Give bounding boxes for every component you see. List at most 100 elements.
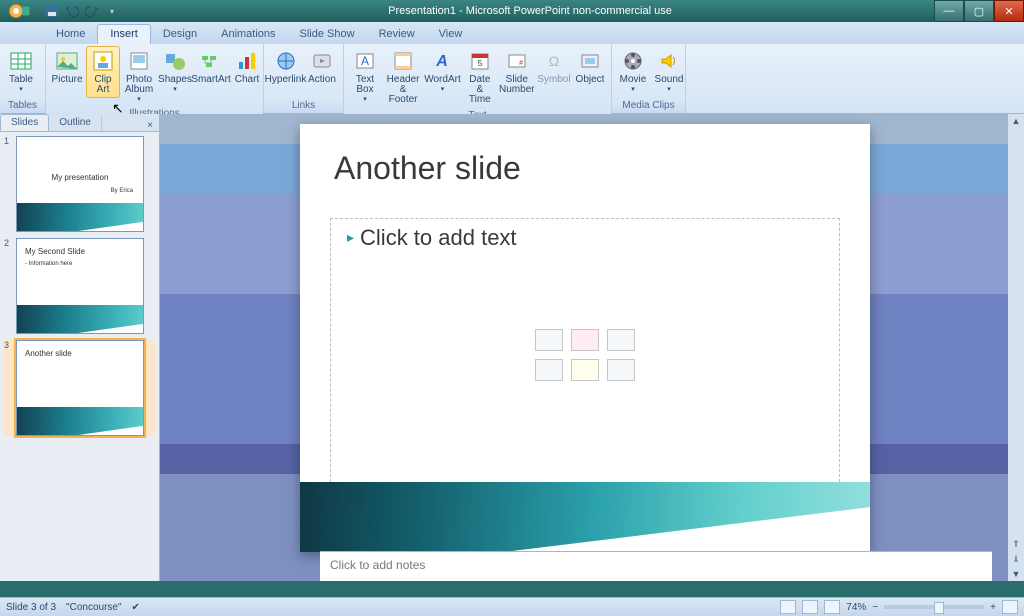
headerfooter-icon [391, 49, 415, 73]
picture-icon [55, 49, 79, 73]
tab-animations[interactable]: Animations [209, 25, 287, 44]
insert-clipart-icon[interactable] [571, 359, 599, 381]
title-bar: ▾ Presentation1 - Microsoft PowerPoint n… [0, 0, 1024, 22]
panel-tab-slides[interactable]: Slides [0, 114, 49, 131]
window-title: Presentation1 - Microsoft PowerPoint non… [126, 5, 934, 17]
tab-slideshow[interactable]: Slide Show [288, 25, 367, 44]
prev-slide-icon[interactable]: ⇑ [1012, 537, 1020, 552]
insert-table-icon[interactable] [535, 329, 563, 351]
tab-view[interactable]: View [427, 25, 475, 44]
fit-to-window-button[interactable] [1002, 600, 1018, 614]
slides-panel: Slides Outline × 1 My presentation By Er… [0, 114, 160, 581]
quick-access-toolbar: ▾ [38, 3, 126, 19]
tab-review[interactable]: Review [367, 25, 427, 44]
clipart-icon [91, 49, 115, 73]
smartart-label: SmartArt [191, 74, 230, 85]
qat-dropdown-icon[interactable]: ▾ [104, 3, 120, 19]
slide-edit-area[interactable]: Another slide ▸Click to add text Click t… [160, 114, 1008, 581]
status-bar: Slide 3 of 3 "Concourse" ✔ 74% − + [0, 597, 1024, 616]
group-links-label: Links [264, 100, 343, 113]
group-tables-label: Tables [0, 100, 45, 113]
chart-button[interactable]: Chart [230, 46, 264, 88]
shapes-icon [163, 49, 187, 73]
scroll-down-icon[interactable]: ▼ [1012, 567, 1021, 581]
textbox-button[interactable]: A Text Box [348, 46, 382, 106]
vertical-scrollbar[interactable]: ▲ ⇑ ⇓ ▼ [1008, 114, 1024, 581]
insert-picture-icon[interactable] [535, 359, 563, 381]
photoalbum-button[interactable]: Photo Album [122, 46, 156, 106]
notes-pane[interactable]: Click to add notes [320, 551, 992, 581]
insert-smartart-icon[interactable] [607, 329, 635, 351]
undo-icon[interactable] [64, 3, 80, 19]
svg-text:A: A [361, 54, 369, 68]
wordart-button[interactable]: A WordArt [424, 46, 461, 96]
sound-button[interactable]: Sound [652, 46, 686, 96]
textbox-icon: A [353, 49, 377, 73]
wordart-icon: A [430, 49, 454, 73]
next-slide-icon[interactable]: ⇓ [1012, 552, 1020, 567]
current-slide[interactable]: Another slide ▸Click to add text [300, 124, 870, 552]
movie-icon [621, 49, 645, 73]
picture-button[interactable]: Picture [50, 46, 84, 88]
slide-title-placeholder[interactable]: Another slide [334, 150, 521, 187]
chart-label: Chart [235, 74, 259, 85]
clipart-button[interactable]: Clip Art [86, 46, 120, 98]
close-button[interactable]: ✕ [994, 0, 1024, 22]
maximize-button[interactable]: ▢ [964, 0, 994, 22]
tab-home[interactable]: Home [44, 25, 97, 44]
symbol-button[interactable]: Ω Symbol [537, 46, 571, 88]
slide-thumb-2[interactable]: 2 My Second Slide - Information here [4, 238, 155, 334]
work-area: Slides Outline × 1 My presentation By Er… [0, 114, 1024, 581]
datetime-button[interactable]: 5 Date & Time [463, 46, 497, 108]
view-normal-button[interactable] [780, 600, 796, 614]
save-icon[interactable] [44, 3, 60, 19]
zoom-out-button[interactable]: − [872, 602, 878, 613]
redo-icon[interactable] [84, 3, 100, 19]
hyperlink-button[interactable]: Hyperlink [268, 46, 303, 88]
window-controls: — ▢ ✕ [934, 0, 1024, 22]
view-sorter-button[interactable] [802, 600, 818, 614]
tab-insert[interactable]: Insert [97, 24, 151, 44]
zoom-in-button[interactable]: + [990, 602, 996, 613]
slide-body-placeholder[interactable]: ▸Click to add text [330, 218, 840, 492]
slidenumber-button[interactable]: # Slide Number [499, 46, 535, 98]
slide-thumb-3[interactable]: 3 Another slide [4, 340, 155, 436]
svg-text:Ω: Ω [549, 53, 559, 69]
object-icon [578, 49, 602, 73]
headerfooter-button[interactable]: Header & Footer [384, 46, 422, 108]
insert-media-icon[interactable] [607, 359, 635, 381]
panel-close-icon[interactable]: × [141, 120, 159, 131]
status-theme: "Concourse" [66, 602, 121, 613]
panel-tab-outline[interactable]: Outline [49, 115, 102, 131]
photoalbum-icon [127, 49, 151, 73]
object-button[interactable]: Object [573, 46, 607, 88]
shapes-button[interactable]: Shapes [158, 46, 192, 96]
table-label: Table [9, 74, 33, 85]
svg-text:A: A [436, 53, 449, 70]
slide-thumb-1[interactable]: 1 My presentation By Erica [4, 136, 155, 232]
content-placeholder-icons[interactable] [535, 329, 635, 381]
table-icon [9, 49, 33, 73]
hyperlink-label: Hyperlink [265, 74, 307, 85]
ribbon-tabs: Home Insert Design Animations Slide Show… [0, 22, 1024, 44]
minimize-button[interactable]: — [934, 0, 964, 22]
office-button[interactable] [0, 0, 38, 22]
spellcheck-icon[interactable]: ✔ [132, 602, 140, 613]
table-button[interactable]: Table [4, 46, 38, 96]
slidenumber-icon: # [505, 49, 529, 73]
insert-chart-icon[interactable] [571, 329, 599, 351]
group-mediaclips-label: Media Clips [612, 100, 685, 113]
tab-design[interactable]: Design [151, 25, 209, 44]
movie-button[interactable]: Movie [616, 46, 650, 96]
hyperlink-icon [274, 49, 298, 73]
zoom-value: 74% [846, 602, 866, 613]
smartart-icon [199, 49, 223, 73]
smartart-button[interactable]: SmartArt [194, 46, 228, 88]
shapes-label: Shapes [158, 74, 192, 85]
action-label: Action [308, 74, 336, 85]
scroll-up-icon[interactable]: ▲ [1012, 114, 1021, 128]
symbol-icon: Ω [542, 49, 566, 73]
action-button[interactable]: Action [305, 46, 339, 88]
zoom-slider[interactable] [884, 605, 984, 609]
view-slideshow-button[interactable] [824, 600, 840, 614]
